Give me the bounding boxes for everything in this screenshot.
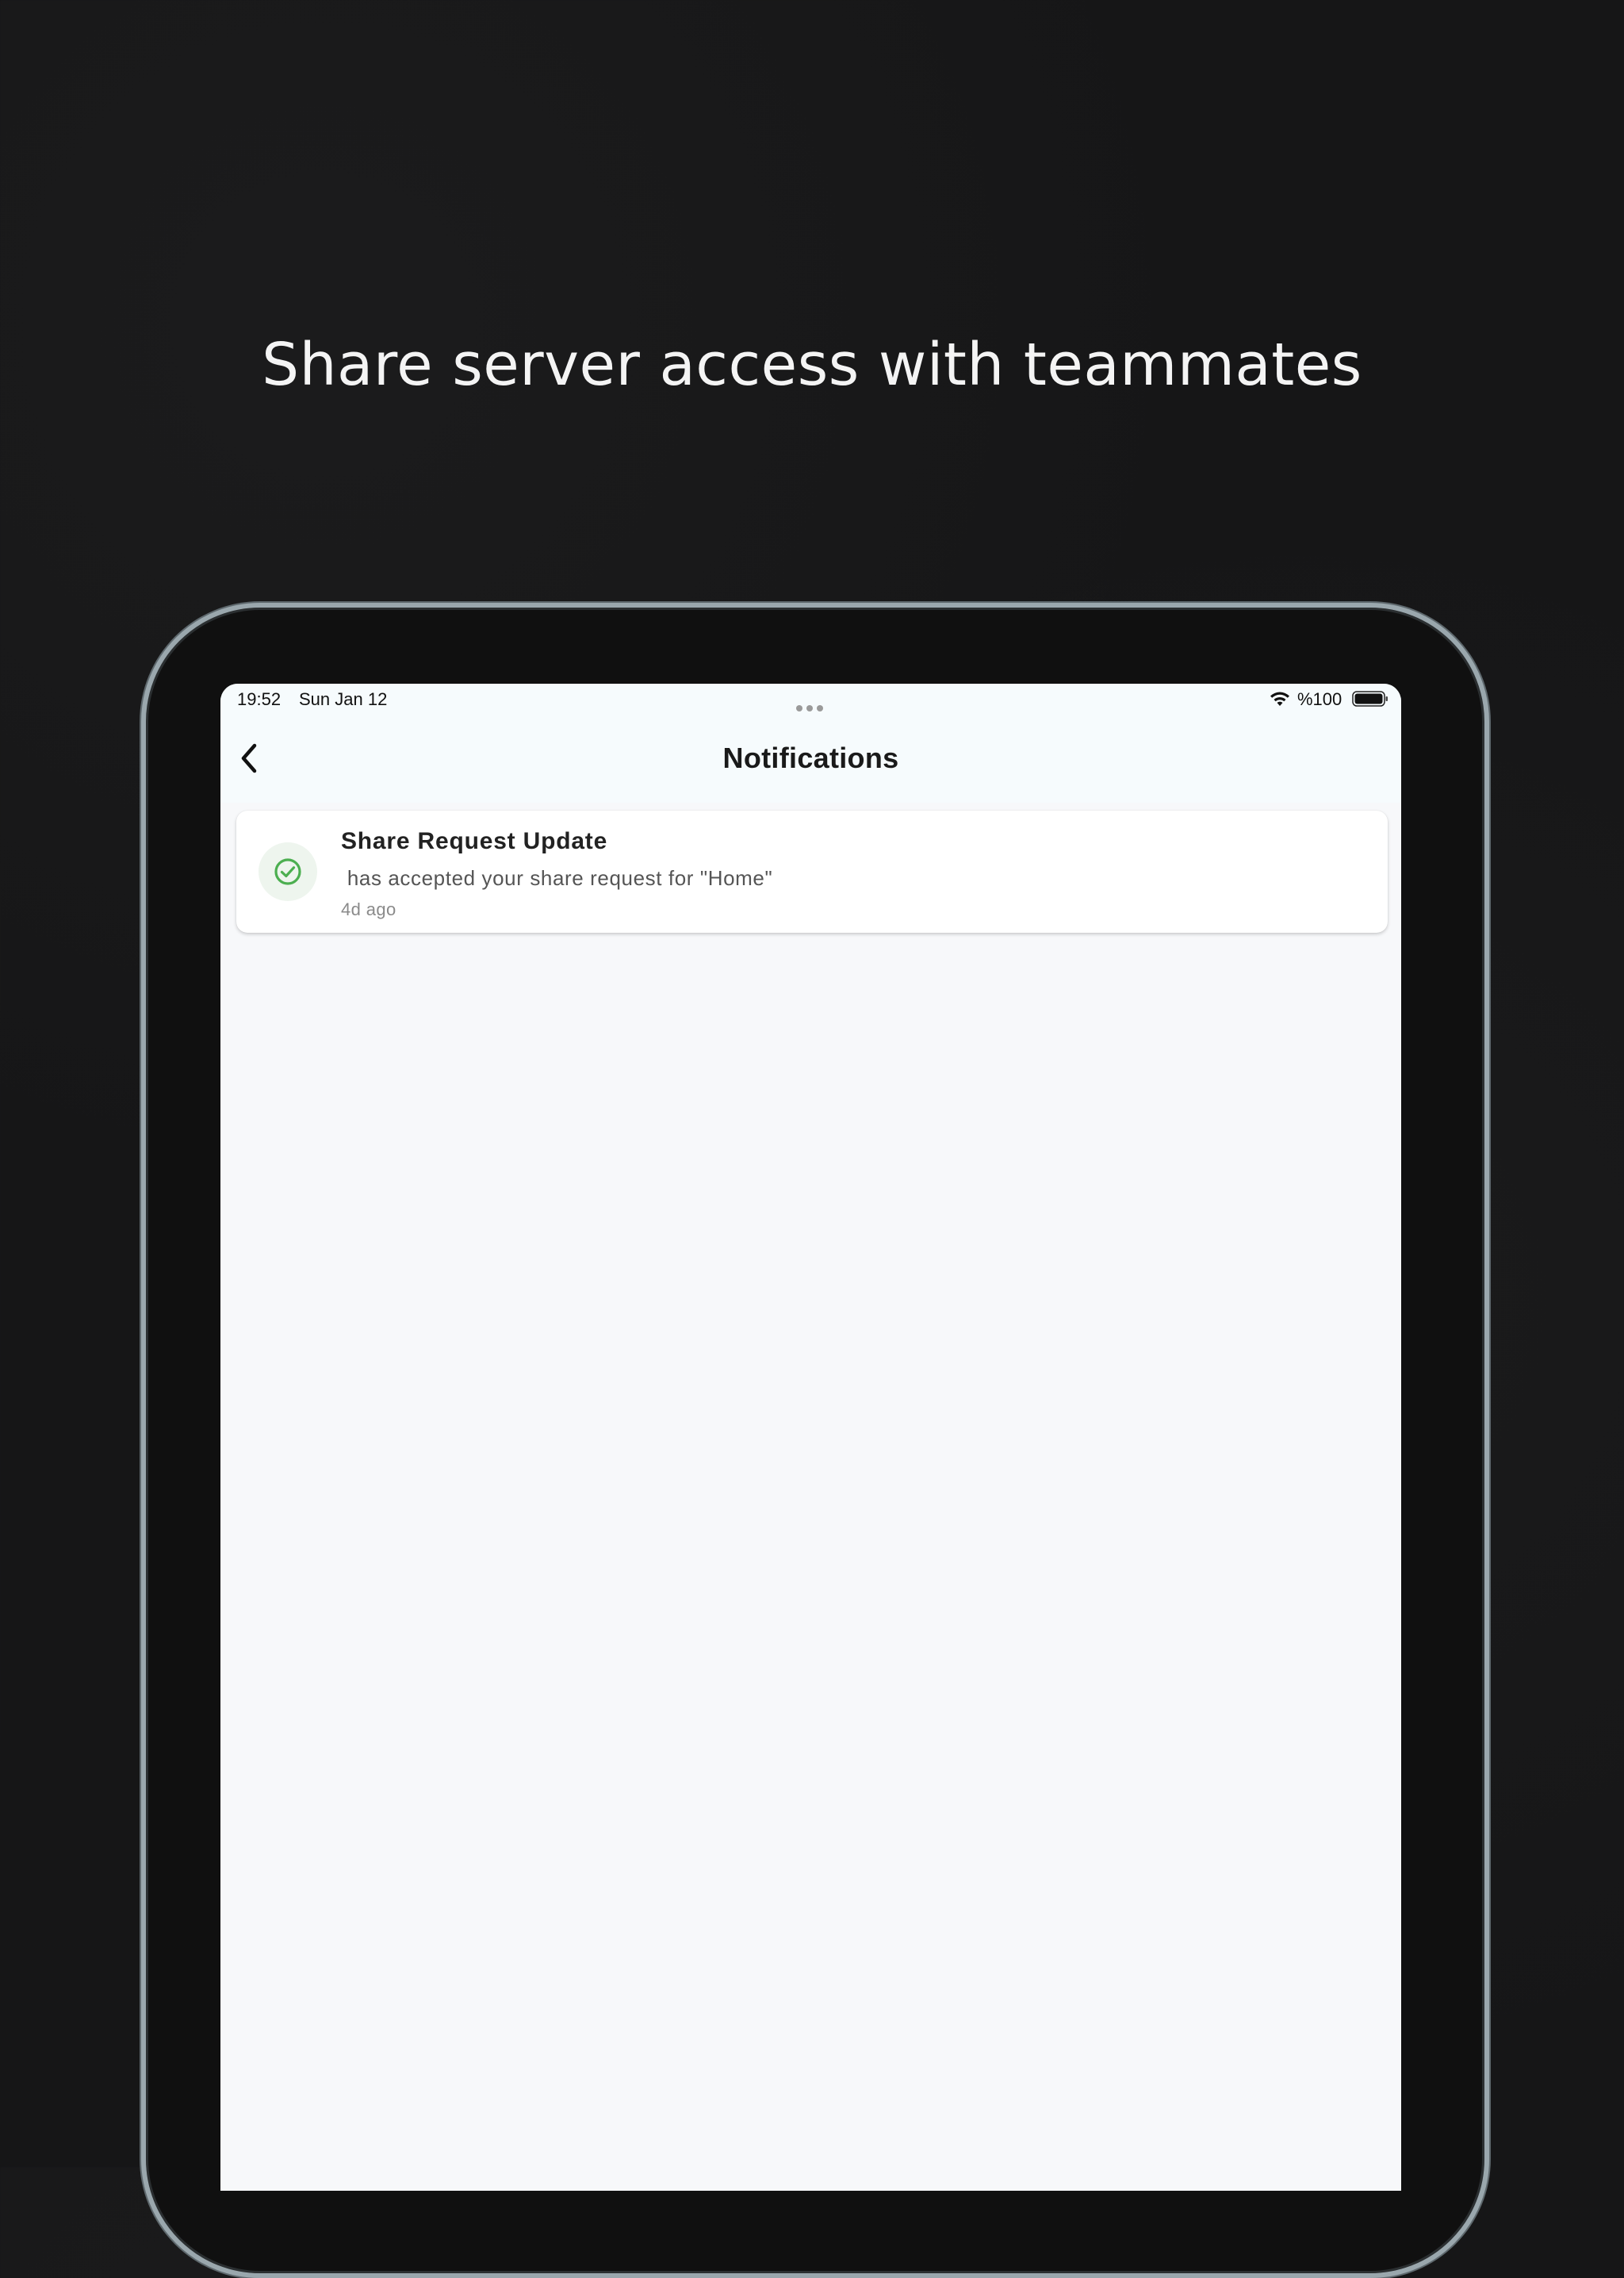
chevron-left-icon <box>241 743 257 773</box>
status-time: 19:52 <box>237 689 282 709</box>
wifi-icon <box>1270 692 1289 706</box>
notification-title: Share Request Update <box>341 828 608 854</box>
battery-icon <box>1352 691 1388 707</box>
notification-timestamp: 4d ago <box>341 899 396 919</box>
notification-status-badge <box>259 842 317 901</box>
status-bar: 19:52 Sun Jan 12 %100 <box>220 684 1401 714</box>
back-button[interactable] <box>230 738 268 779</box>
notification-message: has accepted your share request for "Hom… <box>341 866 773 890</box>
notification-item[interactable]: Share Request Update has accepted your s… <box>236 811 1388 933</box>
page-title: Notifications <box>722 742 899 774</box>
multitasking-dots-icon[interactable] <box>796 696 828 711</box>
marketing-headline: Share server access with teammates <box>262 331 1362 399</box>
battery-percentage: %100 <box>1297 689 1342 709</box>
navigation-bar: Notifications <box>220 714 1401 803</box>
app-screen: 19:52 Sun Jan 12 %100 Notifications Shar… <box>220 684 1401 2191</box>
status-date: Sun Jan 12 <box>299 689 388 709</box>
check-circle-icon <box>274 858 301 885</box>
